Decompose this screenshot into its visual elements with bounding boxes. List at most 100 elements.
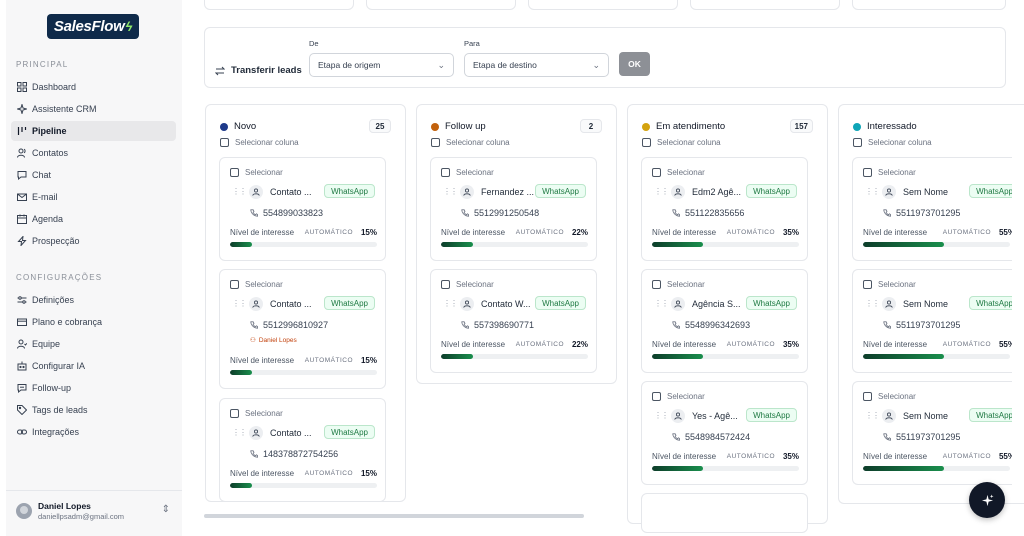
contact-phone: 5511973701295 xyxy=(883,320,960,330)
select-card-checkbox[interactable]: Selecionar xyxy=(863,168,916,177)
drag-handle-icon[interactable]: ⋮⋮ xyxy=(232,299,247,308)
sidebar-item-email[interactable]: E-mail xyxy=(11,187,176,207)
interest-row: Nível de interesseAUTOMÁTICO55% xyxy=(863,340,1012,349)
lead-card[interactable]: Selecionar ⋮⋮ Sem Nome WhatsApp 55119737… xyxy=(852,269,1012,373)
phone-icon xyxy=(672,209,680,217)
select-column-checkbox[interactable]: Selecionar coluna xyxy=(642,138,721,147)
whatsapp-badge[interactable]: WhatsApp xyxy=(324,184,375,198)
salesflow-logo[interactable]: SalesFlow ϟ xyxy=(47,14,139,39)
whatsapp-badge[interactable]: WhatsApp xyxy=(746,408,797,422)
lead-card[interactable]: Selecionar ⋮⋮ Edm2 Agê... WhatsApp 55112… xyxy=(641,157,808,261)
section-label-main: PRINCIPAL xyxy=(16,60,69,69)
from-stage-select[interactable]: Etapa de origem ⌄ xyxy=(309,53,454,77)
lead-card[interactable]: Selecionar ⋮⋮ Sem Nome WhatsApp 55119737… xyxy=(852,157,1012,261)
phone-icon xyxy=(250,321,258,329)
drag-handle-icon[interactable]: ⋮⋮ xyxy=(654,299,669,308)
whatsapp-badge[interactable]: WhatsApp xyxy=(969,408,1012,422)
select-card-checkbox[interactable]: Selecionar xyxy=(230,409,283,418)
lead-card[interactable]: Selecionar ⋮⋮ Contato W... WhatsApp 5573… xyxy=(430,269,597,373)
lead-card[interactable]: Selecionar ⋮⋮ Agência S... WhatsApp 5548… xyxy=(641,269,808,373)
sidebar-item-plano[interactable]: Plano e cobrança xyxy=(11,312,176,332)
sidebar-item-configurar-ia[interactable]: Configurar IA xyxy=(11,356,176,376)
owner-icon: ⚇ xyxy=(250,337,256,344)
lead-card[interactable]: Selecionar ⋮⋮ Contato ... WhatsApp 55489… xyxy=(219,157,386,261)
user-menu[interactable]: Daniel Lopes daniellpsadm@gmail.com ⇕ xyxy=(6,490,182,530)
sidebar-item-dashboard[interactable]: Dashboard xyxy=(11,77,176,97)
select-card-checkbox[interactable]: Selecionar xyxy=(441,280,494,289)
stage-dot xyxy=(220,122,228,131)
from-label: De xyxy=(309,39,319,48)
contact-avatar-icon xyxy=(882,409,896,423)
stage-dot xyxy=(642,122,650,131)
interest-bar xyxy=(230,370,377,375)
select-column-checkbox[interactable]: Selecionar coluna xyxy=(853,138,932,147)
sidebar-item-tags[interactable]: Tags de leads xyxy=(11,400,176,420)
lead-card[interactable] xyxy=(641,493,808,533)
whatsapp-badge[interactable]: WhatsApp xyxy=(746,184,797,198)
select-card-checkbox[interactable]: Selecionar xyxy=(441,168,494,177)
kanban-icon xyxy=(17,126,27,136)
select-card-checkbox[interactable]: Selecionar xyxy=(863,392,916,401)
sidebar-item-definicoes[interactable]: Definições xyxy=(11,290,176,310)
interest-row: Nível de interesseAUTOMÁTICO55% xyxy=(863,228,1012,237)
select-card-checkbox[interactable]: Selecionar xyxy=(652,168,705,177)
sidebar-item-prospeccao[interactable]: Prospecção xyxy=(11,231,176,251)
lead-card[interactable]: Selecionar ⋮⋮ Yes - Agê... WhatsApp 5548… xyxy=(641,381,808,485)
drag-handle-icon[interactable]: ⋮⋮ xyxy=(865,411,880,420)
drag-handle-icon[interactable]: ⋮⋮ xyxy=(443,299,458,308)
whatsapp-badge[interactable]: WhatsApp xyxy=(324,425,375,439)
interest-bar xyxy=(652,466,799,471)
select-column-checkbox[interactable]: Selecionar coluna xyxy=(431,138,510,147)
select-card-checkbox[interactable]: Selecionar xyxy=(230,280,283,289)
card-icon xyxy=(17,317,27,327)
lead-card[interactable]: Selecionar ⋮⋮ Contato ... WhatsApp 14837… xyxy=(219,398,386,502)
sidebar-item-equipe[interactable]: Equipe xyxy=(11,334,176,354)
to-stage-select[interactable]: Etapa de destino ⌄ xyxy=(464,53,609,77)
sidebar-item-contatos[interactable]: Contatos xyxy=(11,143,176,163)
phone-icon xyxy=(461,209,469,217)
lead-card[interactable]: Selecionar ⋮⋮ Sem Nome WhatsApp 55119737… xyxy=(852,381,1012,485)
whatsapp-badge[interactable]: WhatsApp xyxy=(746,296,797,310)
drag-handle-icon[interactable]: ⋮⋮ xyxy=(654,411,669,420)
drag-handle-icon[interactable]: ⋮⋮ xyxy=(232,187,247,196)
interest-row: Nível de interesseAUTOMÁTICO55% xyxy=(863,452,1012,461)
sidebar-item-label: Integrações xyxy=(32,427,80,437)
select-card-checkbox[interactable]: Selecionar xyxy=(652,392,705,401)
select-card-checkbox[interactable]: Selecionar xyxy=(230,168,283,177)
sidebar-item-follow-up[interactable]: Follow-up xyxy=(11,378,176,398)
whatsapp-badge[interactable]: WhatsApp xyxy=(324,296,375,310)
drag-handle-icon[interactable]: ⋮⋮ xyxy=(654,187,669,196)
whatsapp-badge[interactable]: WhatsApp xyxy=(969,184,1012,198)
drag-handle-icon[interactable]: ⋮⋮ xyxy=(232,428,247,437)
drag-handle-icon[interactable]: ⋮⋮ xyxy=(865,299,880,308)
drag-handle-icon[interactable]: ⋮⋮ xyxy=(865,187,880,196)
select-card-checkbox[interactable]: Selecionar xyxy=(863,280,916,289)
contact-avatar-icon xyxy=(460,297,474,311)
contact-phone: 148378872754256 xyxy=(250,449,338,459)
chevron-updown-icon[interactable]: ⇕ xyxy=(162,504,170,515)
whatsapp-badge[interactable]: WhatsApp xyxy=(535,184,586,198)
lead-card[interactable]: Selecionar ⋮⋮ Contato ... WhatsApp 55129… xyxy=(219,269,386,389)
lead-card[interactable]: Selecionar ⋮⋮ Fernandez ... WhatsApp 551… xyxy=(430,157,597,261)
drag-handle-icon[interactable]: ⋮⋮ xyxy=(443,187,458,196)
transfer-ok-button[interactable]: OK xyxy=(619,52,650,76)
followup-icon xyxy=(17,383,27,393)
contact-avatar-icon xyxy=(460,185,474,199)
whatsapp-badge[interactable]: WhatsApp xyxy=(969,296,1012,310)
interest-bar xyxy=(863,242,1010,247)
transfer-title: Transferir leads xyxy=(215,65,302,76)
sidebar-item-agenda[interactable]: Agenda xyxy=(11,209,176,229)
select-card-checkbox[interactable]: Selecionar xyxy=(652,280,705,289)
phone-icon xyxy=(461,321,469,329)
mail-icon xyxy=(17,192,27,202)
select-column-checkbox[interactable]: Selecionar coluna xyxy=(220,138,299,147)
interest-bar xyxy=(863,466,1010,471)
horizontal-scrollbar[interactable] xyxy=(204,514,584,518)
sidebar-item-integracoes[interactable]: Integrações xyxy=(11,422,176,442)
sidebar-item-chat[interactable]: Chat xyxy=(11,165,176,185)
sidebar-item-pipeline[interactable]: Pipeline xyxy=(11,121,176,141)
whatsapp-badge[interactable]: WhatsApp xyxy=(535,296,586,310)
sparkle-icon xyxy=(17,104,27,114)
ai-assistant-button[interactable] xyxy=(969,482,1005,518)
sidebar-item-assistente-crm[interactable]: Assistente CRM xyxy=(11,99,176,119)
